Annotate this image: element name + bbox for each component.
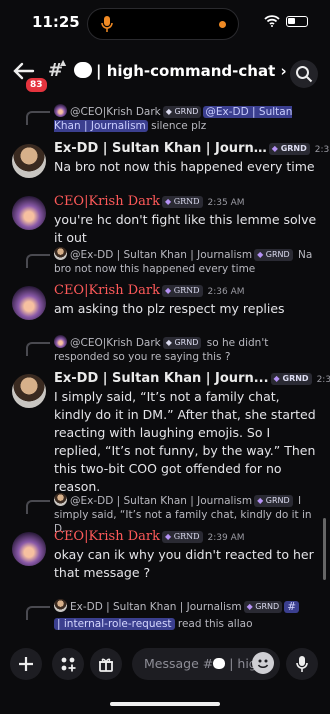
author-name[interactable]: Ex-DD | Sultan Khan | Journ...◆ GRND2:39… xyxy=(54,371,330,386)
composer-bar: Message # | hig xyxy=(0,638,330,714)
channel-link-hash[interactable]: # xyxy=(284,601,299,613)
reply-connector xyxy=(26,500,50,514)
reply-connector xyxy=(26,606,50,620)
clock: 11:25 xyxy=(32,13,80,31)
avatar[interactable] xyxy=(12,532,46,566)
reply-preview[interactable]: @Ex-DD | Sultan Khan | Journalism ◆ GRND … xyxy=(54,247,316,276)
guild-tag: ◆ GRND xyxy=(243,601,283,613)
message-text: you're hc don't fight like this lemme so… xyxy=(54,212,317,245)
guild-tag: ◆ GRND xyxy=(162,531,203,543)
scrollbar[interactable] xyxy=(323,518,326,580)
unread-badge: 83 xyxy=(24,76,49,94)
battery-icon xyxy=(286,15,308,27)
apps-button[interactable] xyxy=(52,648,84,680)
status-bar: 11:25 xyxy=(0,0,330,46)
reply-connector xyxy=(26,342,50,356)
author-name[interactable]: CEO|Krish Dark ◆ GRND 2:39 AM xyxy=(54,529,245,544)
guild-tag: ◆ GRND xyxy=(268,143,310,155)
timestamp: 2:39 AM xyxy=(316,375,330,385)
reply-preview[interactable]: @CEO|Krish Dark ◆ GRND so he didn't respo… xyxy=(54,335,316,364)
timestamp: 2:39 AM xyxy=(207,533,245,543)
author-name[interactable]: Ex-DD | Sultan Khan | Journ…◆ GRND2:35 A… xyxy=(54,141,330,156)
dynamic-island xyxy=(87,8,239,40)
orange-dot xyxy=(219,21,226,28)
channel-title[interactable]: | high-command-chat › xyxy=(96,62,287,80)
wifi-icon xyxy=(264,15,280,27)
reply-connector xyxy=(26,254,50,268)
system-icons xyxy=(264,15,308,27)
avatar[interactable] xyxy=(12,144,46,178)
home-indicator xyxy=(110,702,220,706)
avatar xyxy=(54,599,67,612)
avatar xyxy=(54,335,67,348)
gift-icon xyxy=(99,658,113,672)
author-name[interactable]: CEO|Krish Dark ◆ GRND 2:35 AM xyxy=(54,194,245,209)
reply-preview[interactable]: Ex-DD | Sultan Khan | Journalism ◆ GRND # … xyxy=(54,599,316,633)
channel-link[interactable]: | internal-role-request xyxy=(54,618,175,630)
avatar xyxy=(54,104,67,117)
channel-header: 83 # ▲ | high-command-chat › xyxy=(0,50,330,96)
microphone-icon xyxy=(296,656,308,672)
guild-tag: ◆ GRND xyxy=(162,285,203,297)
message-text: okay can ik why you didn't reacted to he… xyxy=(54,547,314,580)
timestamp: 2:35 AM xyxy=(314,145,330,155)
avatar xyxy=(54,493,67,506)
message-text: Na bro not now this happened every time xyxy=(54,159,315,174)
mic-icon xyxy=(101,16,113,32)
guild-tag: ◆ GRND xyxy=(162,337,202,349)
message-text: am asking tho plz respect my replies xyxy=(54,301,285,316)
search-icon xyxy=(296,66,313,83)
lock-icon: ▲ xyxy=(60,58,67,67)
guild-tag: ◆ GRND xyxy=(162,106,202,118)
voice-button[interactable] xyxy=(286,648,318,680)
timestamp: 2:36 AM xyxy=(207,287,245,297)
chat-bubble-icon xyxy=(213,658,226,669)
gift-button[interactable] xyxy=(90,648,122,680)
guild-tag: ◆ GRND xyxy=(270,373,312,385)
plus-icon xyxy=(19,657,33,671)
emoji-icon[interactable] xyxy=(252,652,274,674)
guild-tag: ◆ GRND xyxy=(254,495,293,507)
add-button[interactable] xyxy=(10,648,42,680)
reply-preview[interactable]: @CEO|Krish Dark ◆ GRND @Ex-DD | Sultan Kha… xyxy=(54,104,316,133)
message-text: I simply said, “It’s not a family chat, … xyxy=(54,389,316,494)
reply-connector xyxy=(26,111,50,125)
avatar xyxy=(54,247,67,260)
avatar[interactable] xyxy=(12,374,46,408)
apps-icon xyxy=(61,657,76,672)
guild-tag: ◆ GRND xyxy=(162,196,203,208)
author-name[interactable]: CEO|Krish Dark ◆ GRND 2:36 AM xyxy=(54,283,245,298)
message-feed[interactable]: @CEO|Krish Dark ◆ GRND @Ex-DD | Sultan Kha… xyxy=(0,100,330,636)
guild-tag: ◆ GRND xyxy=(254,249,293,261)
chat-bubble-icon xyxy=(74,62,92,78)
timestamp: 2:35 AM xyxy=(207,198,245,208)
avatar[interactable] xyxy=(12,196,46,230)
avatar[interactable] xyxy=(12,286,46,320)
search-button[interactable] xyxy=(290,60,318,88)
